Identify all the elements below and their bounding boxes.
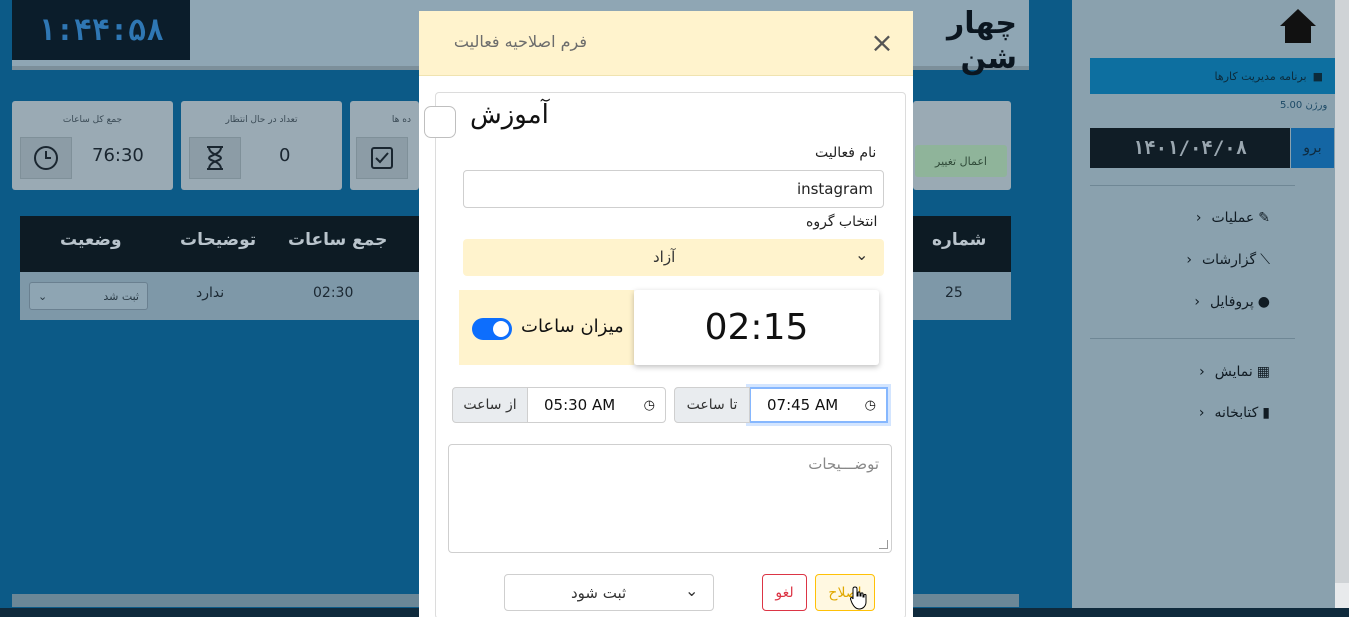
description-textarea[interactable]: توضـــیحات bbox=[448, 444, 892, 553]
hourglass-icon bbox=[189, 137, 241, 179]
sidebar-item-label: پروفایل bbox=[1209, 294, 1254, 310]
apply-card: اعمال تغییر bbox=[913, 101, 1011, 190]
check-square-icon bbox=[356, 137, 408, 179]
row-status-select[interactable]: ⌄ ثبت شد bbox=[29, 282, 148, 310]
chevron-left-icon: ‹ bbox=[1186, 252, 1192, 268]
to-time-value: 07:45 AM bbox=[767, 396, 839, 414]
done-card: ده ها bbox=[350, 101, 419, 190]
card-title: ده ها bbox=[391, 115, 411, 125]
to-time-input[interactable]: 07:45 AM ◷ bbox=[749, 387, 888, 423]
pending-card: تعداد در حال انتظار 0 bbox=[181, 101, 342, 190]
hours-toggle-label: میزان ساعات bbox=[521, 316, 624, 337]
card-value: 76:30 bbox=[92, 145, 144, 166]
chart-icon: ⟋ bbox=[1260, 252, 1270, 268]
sidebar-item-reports[interactable]: ⟋ گزارشات ‹ bbox=[1170, 252, 1270, 268]
activity-name-value: instagram bbox=[796, 180, 873, 198]
home-icon[interactable] bbox=[1278, 6, 1318, 46]
table-icon: ▦ bbox=[1256, 364, 1270, 380]
sidebar-item-label: عملیات bbox=[1211, 210, 1255, 226]
from-time-input[interactable]: 05:30 AM ◷ bbox=[527, 387, 666, 423]
row-total-hours: 02:30 bbox=[313, 285, 354, 301]
status-select[interactable]: ثبت شود ⌄ bbox=[504, 574, 714, 611]
sidebar-divider bbox=[1090, 338, 1295, 339]
modal-title: فرم اصلاحیه فعالیت bbox=[453, 32, 587, 51]
card-title: تعداد در حال انتظار bbox=[225, 115, 298, 125]
card-value: 0 bbox=[279, 145, 291, 166]
col-total-hours-header: جمع ساعات bbox=[288, 230, 388, 250]
from-time-value: 05:30 AM bbox=[544, 396, 616, 414]
app-banner-label: برنامه مدیریت کارها bbox=[1214, 69, 1307, 83]
description-placeholder: توضـــیحات bbox=[808, 455, 879, 473]
toggle-knob bbox=[493, 321, 509, 337]
category-label: آموزش bbox=[470, 100, 549, 130]
modal-header: فرم اصلاحیه فعالیت × bbox=[419, 11, 913, 76]
clock-icon bbox=[20, 137, 72, 179]
vertical-scrollbar[interactable] bbox=[1335, 0, 1349, 583]
card-title: جمع کل ساعات bbox=[62, 115, 123, 125]
hours-toggle-switch[interactable] bbox=[472, 318, 512, 340]
sidebar-item-display[interactable]: ▦ نمایش ‹ bbox=[1170, 364, 1270, 380]
sidebar-item-library[interactable]: ▮ کتابخانه ‹ bbox=[1170, 405, 1270, 421]
group-value: آزاد bbox=[653, 248, 676, 266]
clock-icon: ◷ bbox=[643, 397, 655, 413]
activity-name-field[interactable]: instagram bbox=[463, 170, 884, 208]
day-name: چهار شن bbox=[947, 6, 1017, 76]
chevron-down-icon: ⌄ bbox=[38, 289, 48, 303]
cart-icon: ■ bbox=[1312, 69, 1323, 83]
clock-display: ۱:۴۴:۵۸ bbox=[12, 0, 190, 60]
book-icon: ▮ bbox=[1262, 405, 1270, 421]
chevron-left-icon: ‹ bbox=[1194, 294, 1200, 310]
group-label: انتخاب گروه bbox=[806, 214, 878, 230]
row-description: ندارد bbox=[196, 285, 225, 301]
sidebar-item-profile[interactable]: ● پروفایل ‹ bbox=[1170, 294, 1270, 310]
row-status-value: ثبت شد bbox=[103, 289, 139, 303]
pointer-cursor-icon bbox=[849, 586, 868, 610]
duration-display: 02:15 bbox=[634, 290, 879, 365]
user-icon: ● bbox=[1257, 294, 1270, 310]
version-label: ورژن 5.00 bbox=[1280, 100, 1328, 111]
activity-name-label: نام فعالیت bbox=[815, 145, 877, 161]
close-icon[interactable]: × bbox=[868, 29, 896, 57]
col-status-header: وضعیت bbox=[60, 230, 122, 250]
sidebar-item-label: کتابخانه bbox=[1214, 405, 1259, 421]
apply-changes-button[interactable]: اعمال تغییر bbox=[915, 145, 1007, 177]
chevron-left-icon: ‹ bbox=[1195, 210, 1202, 226]
sidebar-item-operations[interactable]: ✎ عملیات ‹ bbox=[1170, 210, 1270, 226]
page: ۱:۴۴:۵۸ چهار شن جمع کل ساعات 76:30 تعداد… bbox=[0, 0, 1349, 617]
chevron-down-icon: ⌄ bbox=[685, 581, 699, 600]
sidebar-divider bbox=[1090, 185, 1295, 186]
sidebar-item-label: گزارشات bbox=[1201, 252, 1257, 268]
col-number-header: شماره bbox=[932, 230, 987, 250]
status-value: ثبت شود bbox=[571, 584, 627, 602]
resize-handle[interactable] bbox=[879, 540, 888, 549]
to-time-label: تا ساعت bbox=[674, 387, 750, 423]
row-number: 25 bbox=[945, 285, 963, 301]
sidebar-item-label: نمایش bbox=[1214, 364, 1253, 380]
category-checkbox[interactable] bbox=[424, 106, 456, 138]
chevron-down-icon: ⌄ bbox=[855, 245, 869, 264]
date-display: ۱۴۰۱/۰۴/۰۸ bbox=[1090, 128, 1290, 168]
go-button[interactable]: برو bbox=[1291, 128, 1334, 168]
total-hours-card: جمع کل ساعات 76:30 bbox=[12, 101, 173, 190]
from-time-label: از ساعت bbox=[452, 387, 528, 423]
cancel-button[interactable]: لغو bbox=[762, 574, 807, 611]
edit-icon: ✎ bbox=[1258, 210, 1270, 226]
col-description-header: توضیحات bbox=[180, 230, 257, 250]
chevron-left-icon: ‹ bbox=[1198, 405, 1205, 421]
chevron-left-icon: ‹ bbox=[1199, 364, 1205, 380]
clock-icon: ◷ bbox=[864, 397, 876, 413]
app-banner: برنامه مدیریت کارها ■ bbox=[1090, 58, 1335, 94]
group-select[interactable]: آزاد ⌄ bbox=[463, 239, 884, 276]
